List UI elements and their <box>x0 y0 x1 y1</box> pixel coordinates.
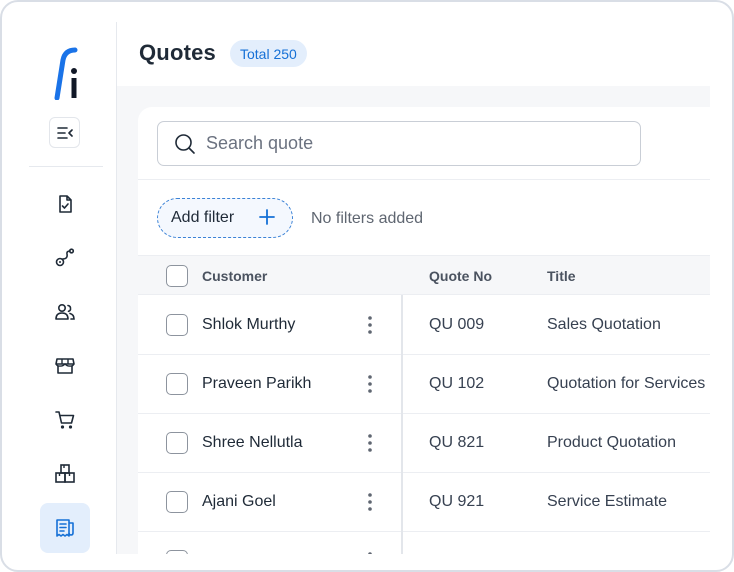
boxes-icon <box>55 464 75 483</box>
more-vertical-icon <box>368 375 372 393</box>
select-all-checkbox[interactable] <box>166 265 188 287</box>
sidebar-divider <box>29 166 103 167</box>
users-icon <box>55 303 75 320</box>
receipt-icon <box>56 519 74 537</box>
route-icon <box>55 248 75 267</box>
app-frame: Quotes Total 250 Add filter <box>0 0 734 572</box>
table-row-partial[interactable] <box>138 532 710 554</box>
title-cell: Product Quotation <box>547 434 676 451</box>
sidebar-item-route[interactable] <box>40 233 90 283</box>
collapse-sidebar-button[interactable] <box>49 117 80 148</box>
row-checkbox[interactable] <box>166 314 188 336</box>
more-vertical-icon <box>368 552 372 554</box>
plus-icon <box>259 209 275 225</box>
sidebar-item-tasks[interactable] <box>40 179 90 229</box>
add-filter-button[interactable]: Add filter <box>157 198 293 238</box>
quote-no-cell: QU 009 <box>429 316 485 333</box>
sticky-column-separator <box>401 295 403 554</box>
search-divider <box>138 179 710 180</box>
title-cell: Sales Quotation <box>547 316 661 333</box>
table-row[interactable]: Ajani Goel QU 921 Service Estimate <box>138 473 710 532</box>
search-input[interactable] <box>206 133 626 154</box>
table-row[interactable]: Praveen Parikh QU 102 Quotation for Serv… <box>138 355 710 414</box>
column-header-quote-no[interactable]: Quote No <box>429 268 492 284</box>
customer-cell: Shlok Murthy <box>202 316 296 333</box>
column-header-customer[interactable]: Customer <box>202 268 267 284</box>
filter-status-text: No filters added <box>311 210 424 227</box>
app-window: Quotes Total 250 Add filter <box>22 22 710 554</box>
cart-icon <box>55 411 75 429</box>
row-actions-button[interactable] <box>359 431 381 455</box>
row-checkbox[interactable] <box>166 432 188 454</box>
more-vertical-icon <box>368 434 372 452</box>
row-actions-button[interactable] <box>359 313 381 337</box>
page-title: Quotes <box>139 40 216 65</box>
title-cell: Service Estimate <box>547 493 668 510</box>
row-actions-button[interactable] <box>359 372 381 396</box>
row-actions-button[interactable] <box>359 490 381 514</box>
table-row[interactable]: Shlok Murthy QU 009 Sales Quotation <box>138 296 710 355</box>
sidebar-item-inventory[interactable] <box>40 449 90 499</box>
page-header: Quotes Total 250 <box>117 22 710 86</box>
add-filter-label: Add filter <box>171 209 235 226</box>
quote-no-cell: QU 821 <box>429 434 485 451</box>
total-count-badge: Total 250 <box>230 40 307 67</box>
table-header: Customer Quote No Title <box>138 255 710 295</box>
search-box[interactable] <box>157 121 641 166</box>
row-checkbox[interactable] <box>166 550 188 554</box>
sidebar-item-store[interactable] <box>40 341 90 391</box>
app-logo[interactable] <box>48 44 84 101</box>
row-actions-button[interactable] <box>359 549 381 554</box>
customer-cell: Praveen Parikh <box>202 375 312 392</box>
main-content: Quotes Total 250 Add filter <box>117 22 710 554</box>
customer-cell: Shree Nellutla <box>202 434 303 451</box>
row-checkbox[interactable] <box>166 491 188 513</box>
document-check-icon <box>59 195 72 213</box>
sidebar-item-users[interactable] <box>40 287 90 337</box>
quote-no-cell: QU 921 <box>429 493 485 510</box>
sidebar <box>22 22 117 554</box>
table-row[interactable]: Shree Nellutla QU 821 Product Quotation <box>138 414 710 473</box>
quote-no-cell: QU 102 <box>429 375 485 392</box>
more-vertical-icon <box>368 493 372 511</box>
more-vertical-icon <box>368 316 372 334</box>
customer-cell: Ajani Goel <box>202 493 276 510</box>
search-icon <box>175 133 195 154</box>
column-header-title[interactable]: Title <box>547 268 576 284</box>
sidebar-item-cart[interactable] <box>40 395 90 445</box>
collapse-menu-icon <box>56 126 73 139</box>
row-checkbox[interactable] <box>166 373 188 395</box>
store-icon <box>55 358 75 374</box>
title-cell: Quotation for Services <box>547 375 706 392</box>
sidebar-item-quotes[interactable] <box>40 503 90 553</box>
quotes-card: Add filter No filters added Customer Quo… <box>138 107 710 554</box>
